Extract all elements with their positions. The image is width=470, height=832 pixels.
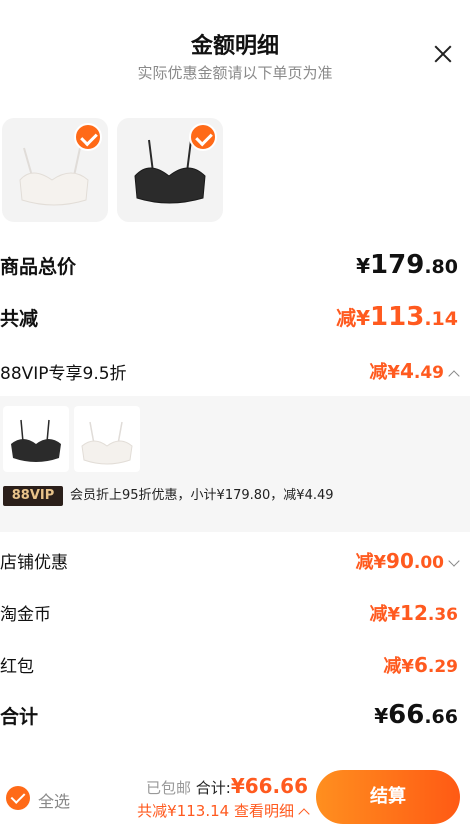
chevron-up-icon[interactable] [448,369,460,382]
shop-discount-value: 减¥90.00 [356,548,460,574]
vip-badge: 88VIP [3,486,63,506]
view-details-link[interactable]: 查看明细 [234,802,294,820]
grand-total-row: 合计 ¥66.66 [0,700,470,736]
sheet-subtitle: 实际优惠金额请以下单页为准 [137,64,333,82]
product-thumbnail-black[interactable] [117,118,223,222]
payable-value: ¥66.66 [230,774,308,798]
vip-detail-text: 会员折上95折优惠，小计¥179.80，减¥4.49 [70,488,334,503]
chevron-up-icon[interactable] [298,807,310,820]
grand-total-value: ¥66.66 [374,700,458,730]
vip-product-thumbnail-black [3,406,69,472]
total-discount-value: 减¥113.14 [336,302,458,332]
vip-discount-value: 减¥4.49 [369,358,460,384]
grand-total-label: 合计 [0,706,39,728]
red-packet-label: 红包 [0,657,34,677]
select-all-label[interactable]: 全选 [38,788,70,812]
amount-detail-sheet: 金额明细 实际优惠金额请以下单页为准 商品总价 ¥179.80 共减 减¥113… [0,0,470,832]
total-discount-label: 共减 [0,308,39,330]
total-price-row: 商品总价 ¥179.80 [0,250,470,286]
taojinbi-label: 淘金币 [0,605,51,625]
vip-discount-row[interactable]: 88VIP专享9.5折 减¥4.49 [0,356,470,386]
payable-summary: 已包邮 合计:¥66.66 [146,774,308,798]
sheet-title: 金额明细 [190,34,279,59]
red-packet-row: 红包 减¥6.29 [0,650,470,680]
shop-discount-label: 店铺优惠 [0,553,68,573]
taojinbi-value: 减¥12.36 [369,601,459,625]
settle-button[interactable]: 结算 [316,770,460,824]
total-price-label: 商品总价 [0,256,77,278]
saved-text: 共减¥113.14 [137,802,230,820]
shop-discount-row[interactable]: 店铺优惠 减¥90.00 [0,546,470,576]
vip-product-thumbnail-white [74,406,140,472]
select-all-checkbox[interactable] [6,786,30,810]
product-thumbnail-white[interactable] [2,118,108,222]
total-price-value: ¥179.80 [356,250,458,280]
payable-label: 合计: [195,779,231,797]
close-icon[interactable] [428,40,458,70]
free-shipping-text: 已包邮 [145,779,191,797]
total-discount-row: 共减 减¥113.14 [0,302,470,338]
selected-check-icon[interactable] [74,123,102,151]
vip-detail-panel: 88VIP 会员折上95折优惠，小计¥179.80，减¥4.49 [0,396,470,532]
chevron-down-icon[interactable] [448,554,460,567]
selected-check-icon[interactable] [189,123,217,151]
taojinbi-row: 淘金币 减¥12.36 [0,598,470,628]
red-packet-value: 减¥6.29 [383,653,458,677]
checkout-bar: 全选 已包邮 合计:¥66.66 共减¥113.14 查看明细 结算 [0,762,470,832]
saved-summary[interactable]: 共减¥113.14 查看明细 [137,800,310,821]
sheet-header: 金额明细 实际优惠金额请以下单页为准 [0,0,470,100]
vip-discount-label: 88VIP专享9.5折 [0,364,127,384]
